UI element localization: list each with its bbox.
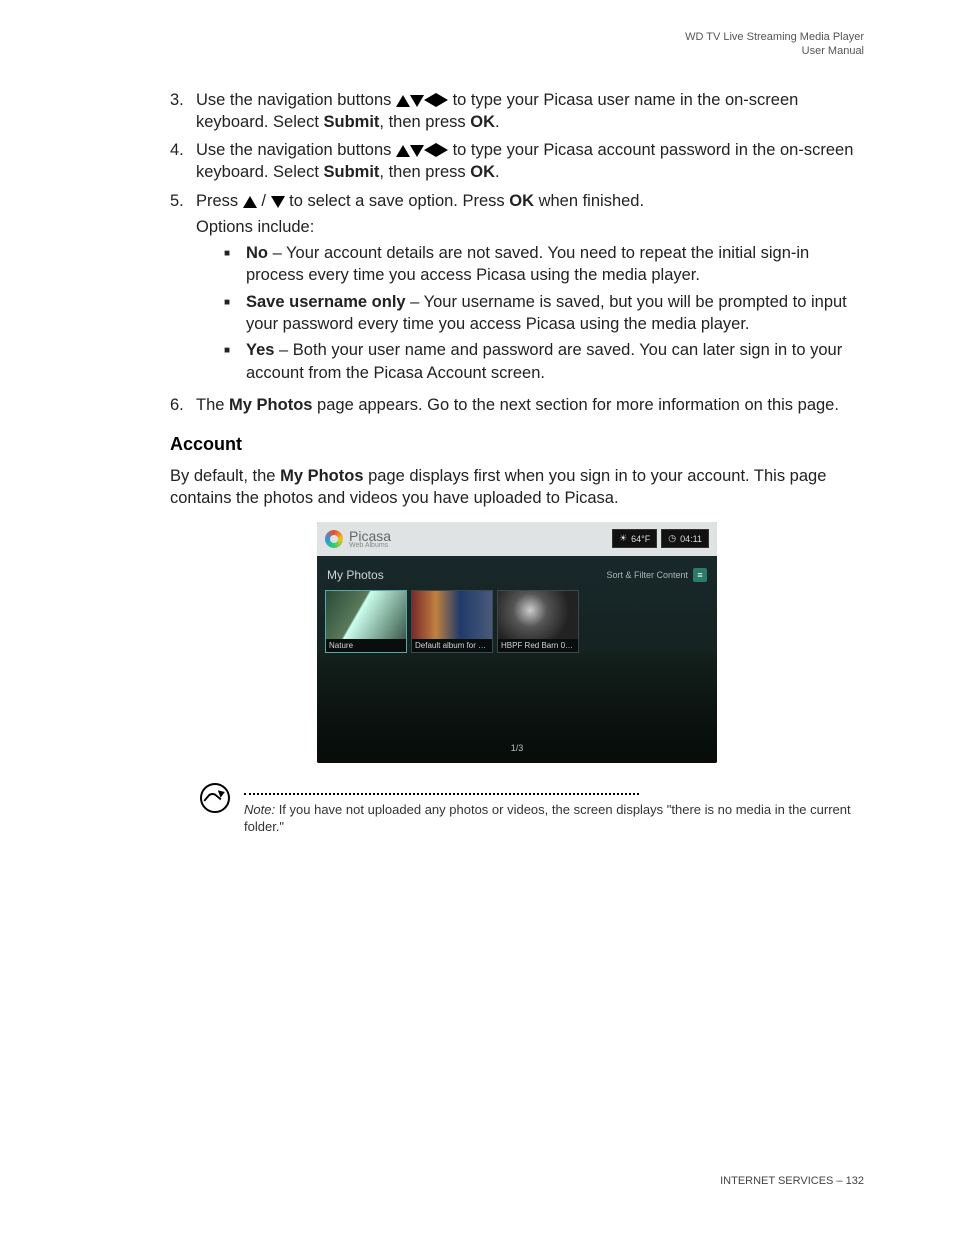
picasa-screenshot: Picasa Web Albums ☀64°F ◷04:11 My Photos… xyxy=(317,522,717,763)
step-body: Use the navigation buttons to type your … xyxy=(196,139,864,184)
screenshot-title: My Photos xyxy=(327,568,384,582)
screenshot-header: Picasa Web Albums ☀64°F ◷04:11 xyxy=(317,522,717,556)
step-body: Press / to select a save option. Press O… xyxy=(196,190,864,388)
pager-indicator: 1/3 xyxy=(511,743,524,753)
option-save-username: ■ Save username only – Your username is … xyxy=(224,291,864,336)
sort-filter-label: Sort & Filter Content ≡ xyxy=(606,568,707,582)
nav-arrows-icon xyxy=(396,91,448,109)
options-list: ■ No – Your account details are not save… xyxy=(196,242,864,384)
step-3: 3. Use the navigation buttons to type yo… xyxy=(170,89,864,134)
thumb-nature: Nature xyxy=(325,590,407,653)
step-number: 5. xyxy=(170,190,196,388)
bullet-icon: ■ xyxy=(224,242,246,287)
down-arrow-icon xyxy=(271,192,285,210)
options-lead: Options include: xyxy=(196,216,864,238)
account-paragraph: By default, the My Photos page displays … xyxy=(170,465,864,510)
bullet-icon: ■ xyxy=(224,291,246,336)
header-product: WD TV Live Streaming Media Player xyxy=(90,30,864,44)
picasa-swirl-icon xyxy=(325,530,343,548)
note-text: Note: If you have not uploaded any photo… xyxy=(244,801,864,836)
step-body: Use the navigation buttons to type your … xyxy=(196,89,864,134)
time-badge: ◷04:11 xyxy=(661,529,709,548)
bullet-icon: ■ xyxy=(224,339,246,384)
page-header: WD TV Live Streaming Media Player User M… xyxy=(90,30,864,59)
thumb-image xyxy=(326,591,406,639)
sort-filter-icon: ≡ xyxy=(693,568,707,582)
step-body: The My Photos page appears. Go to the ne… xyxy=(196,394,864,416)
thumbnail-row: Nature Default album for n... HBPF Red B… xyxy=(317,590,717,653)
up-arrow-icon xyxy=(243,192,257,210)
note-pencil-icon xyxy=(200,783,230,813)
thumb-image xyxy=(412,591,492,639)
page-footer: INTERNET SERVICES – 132 xyxy=(720,1175,864,1187)
step-number: 6. xyxy=(170,394,196,416)
thumb-image xyxy=(498,591,578,639)
option-no: ■ No – Your account details are not save… xyxy=(224,242,864,287)
nav-arrows-icon xyxy=(396,141,448,159)
picasa-logo: Picasa Web Albums xyxy=(325,528,391,549)
step-number: 3. xyxy=(170,89,196,134)
main-content: 3. Use the navigation buttons to type yo… xyxy=(170,89,864,836)
section-heading-account: Account xyxy=(170,434,864,455)
header-doc: User Manual xyxy=(90,44,864,58)
weather-icon: ☀ xyxy=(619,533,627,544)
weather-badge: ☀64°F xyxy=(612,529,657,548)
step-4: 4. Use the navigation buttons to type yo… xyxy=(170,139,864,184)
clock-icon: ◷ xyxy=(668,533,676,544)
note-divider xyxy=(244,793,639,795)
step-number: 4. xyxy=(170,139,196,184)
note-block: Note: If you have not uploaded any photo… xyxy=(200,783,864,836)
step-6: 6. The My Photos page appears. Go to the… xyxy=(170,394,864,416)
thumb-default-album: Default album for n... xyxy=(411,590,493,653)
option-yes: ■ Yes – Both your user name and password… xyxy=(224,339,864,384)
thumb-red-barn: HBPF Red Barn 02... xyxy=(497,590,579,653)
step-5: 5. Press / to select a save option. Pres… xyxy=(170,190,864,388)
